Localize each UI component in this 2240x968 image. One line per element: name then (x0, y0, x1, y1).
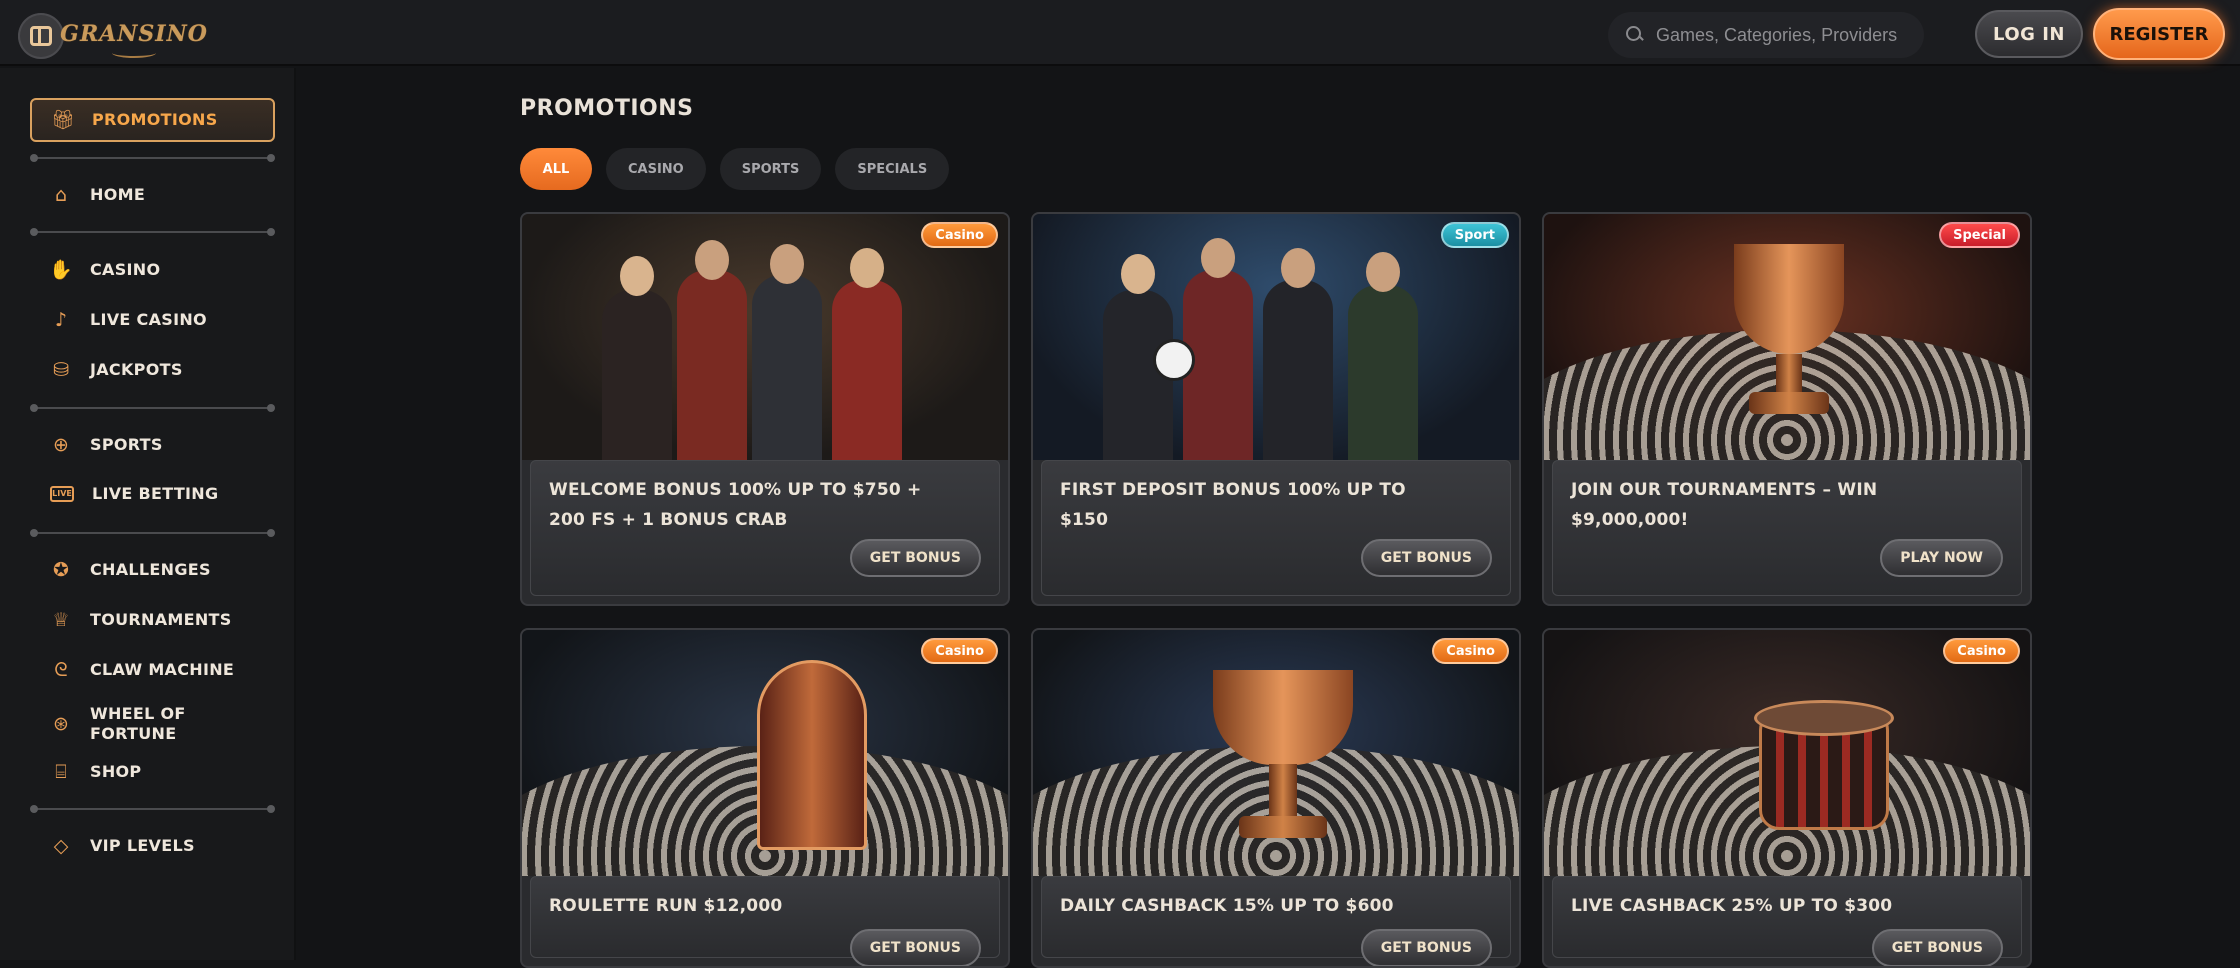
promo-image (522, 630, 1008, 876)
sidebar-item-claw-machine[interactable]: ᘓ CLAW MACHINE (30, 659, 280, 681)
sidebar-item-live-betting[interactable]: LIVE LIVE BETTING (30, 484, 280, 504)
sidebar-item-sports[interactable]: ⊕ SPORTS (30, 434, 280, 456)
promo-category-badge: Special (1939, 222, 2020, 248)
home-icon: ⌂ (54, 183, 68, 206)
sidebar-item-label: CHALLENGES (90, 560, 211, 579)
sidebar-item-label: JACKPOTS (90, 360, 183, 379)
promo-title: DAILY CASHBACK 15% UP TO $600 (1060, 896, 1394, 916)
get-bonus-button[interactable]: GET BONUS (1360, 539, 1492, 577)
promo-filter-tabs: ALL CASINO SPORTS SPECIALS (520, 148, 950, 190)
register-button[interactable]: REGISTER (2093, 8, 2225, 60)
get-bonus-button[interactable]: GET BONUS (849, 539, 981, 577)
claw-icon: ᘓ (54, 658, 68, 681)
wheel-icon: ⊛ (53, 712, 69, 735)
promo-image (1544, 630, 2030, 876)
promo-image (1033, 630, 1519, 876)
basketball-icon: ⊕ (53, 433, 69, 456)
promo-card-body: FIRST DEPOSIT BONUS 100% UP TO $150 GET … (1041, 460, 1511, 596)
sidebar-item-label: HOME (90, 185, 146, 204)
sidebar-item-promotions[interactable]: 🎁︎ PROMOTIONS (30, 98, 275, 142)
sidebar-item-tournaments[interactable]: ♕ TOURNAMENTS (30, 609, 280, 631)
promo-category-badge: Sport (1440, 222, 1509, 248)
promo-category-badge: Casino (1943, 638, 2020, 664)
sidebar-item-home[interactable]: ⌂ HOME (30, 184, 280, 206)
logo[interactable]: GRANSINO (60, 10, 207, 58)
sidebar-toggle-button[interactable] (18, 13, 64, 59)
sidebar-item-label: LIVE CASINO (90, 310, 207, 329)
sidebar-divider (30, 228, 275, 236)
promo-card[interactable]: Special JOIN OUR TOURNAMENTS – WIN $9,00… (1542, 212, 2032, 606)
sidebar-divider (30, 529, 275, 537)
promo-title: LIVE CASHBACK 25% UP TO $300 (1571, 896, 1893, 916)
promo-category-badge: Casino (921, 222, 998, 248)
promo-image (1033, 214, 1519, 460)
sidebar-item-jackpots[interactable]: ⛁ JACKPOTS (30, 359, 280, 381)
promo-image (522, 214, 1008, 460)
promo-category-badge: Casino (1432, 638, 1509, 664)
promo-card-body: LIVE CASHBACK 25% UP TO $300 GET BONUS (1552, 876, 2022, 966)
sidebar-item-wheel-of-fortune[interactable]: ⊛ WHEEL OF FORTUNE (30, 704, 280, 744)
sidebar-item-label: LIVE BETTING (92, 484, 219, 503)
sidebar-divider (30, 404, 275, 412)
search-bar[interactable] (1608, 12, 1924, 58)
sidebar: 🎁︎ PROMOTIONS ⌂ HOME ✋ CASINO ♪ LIVE CAS… (0, 68, 296, 960)
promo-category-badge: Casino (921, 638, 998, 664)
promo-card[interactable]: Casino LIVE CASHBACK 25% UP TO $300 GET … (1542, 628, 2032, 968)
sidebar-divider (30, 154, 275, 162)
filter-tab-specials[interactable]: SPECIALS (835, 148, 950, 190)
sidebar-divider (30, 805, 275, 813)
sidebar-item-label: SHOP (90, 762, 142, 781)
sidebar-item-label: CASINO (90, 260, 161, 279)
live-badge-icon: LIVE (50, 486, 74, 502)
get-bonus-button[interactable]: GET BONUS (1360, 929, 1492, 966)
promo-title: FIRST DEPOSIT BONUS 100% UP TO $150 (1060, 480, 1406, 530)
sidebar-item-label: PROMOTIONS (92, 110, 218, 129)
sidebar-item-casino[interactable]: ✋ CASINO (30, 259, 280, 281)
sidebar-item-label: CLAW MACHINE (90, 660, 235, 679)
sidebar-item-label: TOURNAMENTS (90, 610, 232, 629)
diamond-icon: ◇ (53, 834, 69, 857)
top-header: GRANSINO LOG IN REGISTER (0, 0, 2240, 66)
trophy-icon: ♕ (52, 608, 70, 631)
sidebar-item-vip-levels[interactable]: ◇ VIP LEVELS (30, 835, 280, 857)
search-icon (1626, 26, 1644, 44)
sidebar-item-label: WHEEL OF FORTUNE (90, 704, 186, 743)
logo-text: GRANSINO (60, 21, 208, 47)
promo-title: WELCOME BONUS 100% UP TO $750 + 200 FS +… (549, 480, 922, 530)
sidebar-item-live-casino[interactable]: ♪ LIVE CASINO (30, 309, 280, 331)
sidebar-item-shop[interactable]: ⌸ SHOP (30, 761, 280, 783)
sidebar-item-challenges[interactable]: ✪ CHALLENGES (30, 559, 280, 581)
filter-tab-all[interactable]: ALL (520, 148, 592, 190)
microphone-icon: ♪ (54, 308, 68, 331)
get-bonus-button[interactable]: GET BONUS (1871, 929, 2003, 966)
play-now-button[interactable]: PLAY NOW (1880, 539, 2003, 577)
promo-image (1544, 214, 2030, 460)
login-button[interactable]: LOG IN (1975, 10, 2083, 58)
search-input[interactable] (1656, 24, 1916, 46)
logo-ornament (112, 48, 156, 58)
gift-icon: 🎁︎ (50, 108, 76, 131)
promo-card-body: ROULETTE RUN $12,000 GET BONUS (530, 876, 1000, 966)
promo-title: ROULETTE RUN $12,000 (549, 896, 783, 916)
promo-card[interactable]: Sport FIRST DEPOSIT BONUS 100% UP TO $15… (1031, 212, 1521, 606)
promo-card-body: WELCOME BONUS 100% UP TO $750 + 200 FS +… (530, 460, 1000, 596)
promo-title: JOIN OUR TOURNAMENTS – WIN $9,000,000! (1571, 480, 1878, 530)
page-title: PROMOTIONS (520, 96, 694, 121)
promo-card[interactable]: Casino ROULETTE RUN $12,000 GET BONUS (520, 628, 1010, 968)
sidebar-item-label: VIP LEVELS (90, 836, 195, 855)
promo-card-body: DAILY CASHBACK 15% UP TO $600 GET BONUS (1041, 876, 1511, 966)
shop-icon: ⌸ (55, 760, 67, 783)
medal-icon: ✪ (53, 558, 69, 581)
jackpot-icon: ⛁ (53, 358, 69, 381)
sidebar-panel-icon (30, 26, 52, 46)
sidebar-item-label: SPORTS (90, 435, 163, 454)
promo-card-body: JOIN OUR TOURNAMENTS – WIN $9,000,000! P… (1552, 460, 2022, 596)
get-bonus-button[interactable]: GET BONUS (849, 929, 981, 966)
filter-tab-casino[interactable]: CASINO (606, 148, 706, 190)
rock-hand-icon: ✋ (49, 258, 73, 281)
filter-tab-sports[interactable]: SPORTS (719, 148, 822, 190)
promo-card[interactable]: Casino WELCOME BONUS 100% UP TO $750 + 2… (520, 212, 1010, 606)
promo-card[interactable]: Casino DAILY CASHBACK 15% UP TO $600 GET… (1031, 628, 1521, 968)
